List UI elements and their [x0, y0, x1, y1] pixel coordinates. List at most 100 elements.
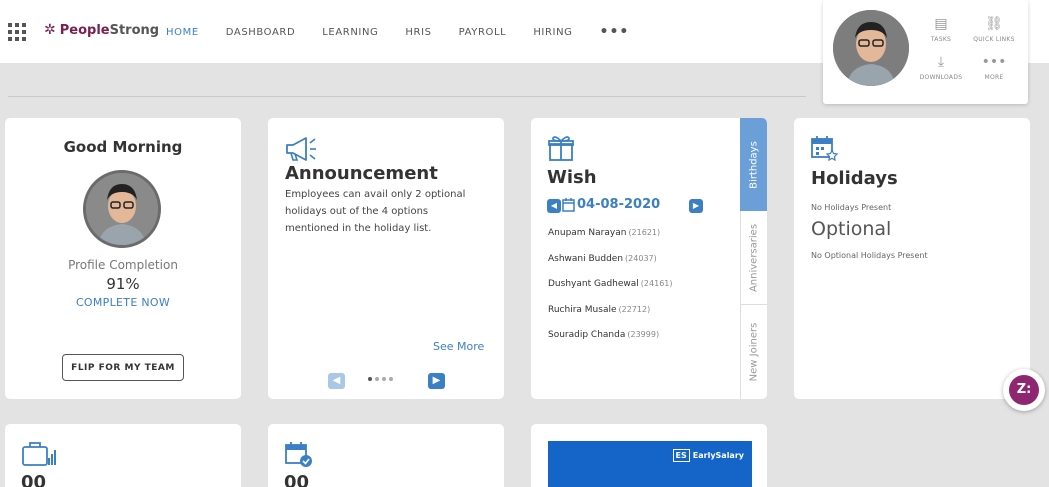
no-holidays-text: No Holidays Present	[811, 203, 892, 212]
announcement-body: Employees can avail only 2 optional holi…	[285, 189, 466, 234]
avatar-photo-icon	[86, 173, 158, 245]
more-menu-item[interactable]: ••• MORE	[968, 54, 1020, 81]
profile-completion-value: 91%	[106, 275, 140, 293]
bottom-card-1-value: 00	[21, 472, 47, 487]
chevron-right-icon: ▶	[692, 201, 700, 210]
list-item[interactable]: Dushyant Gadhewal (24161)	[548, 279, 728, 305]
next-date-button[interactable]: ▶	[689, 199, 703, 213]
link-icon: ⛓	[985, 16, 1003, 32]
downloads-menu-item[interactable]: ⤓ DOWNLOADS	[915, 54, 967, 81]
complete-now-link[interactable]: COMPLETE NOW	[5, 296, 241, 309]
birthday-list: Anupam Narayan (21621) Ashwani Budden (240…	[548, 228, 728, 356]
profile-avatar[interactable]	[833, 10, 909, 86]
chat-assistant-button[interactable]: Z:	[1003, 369, 1045, 411]
briefcase-chart-icon	[21, 440, 57, 472]
promo-card: ES EarlySalary	[531, 424, 767, 487]
earlysalary-banner[interactable]: ES EarlySalary	[548, 441, 752, 487]
megaphone-icon	[284, 134, 318, 166]
avatar-photo-icon	[833, 10, 909, 86]
pager-dots	[368, 377, 396, 381]
pager-dot[interactable]	[382, 377, 386, 381]
app-grid-icon[interactable]	[8, 23, 26, 41]
nav-learning[interactable]: LEARNING	[322, 27, 378, 38]
list-item[interactable]: Ruchira Musale (22712)	[548, 305, 728, 331]
holidays-card: Holidays No Holidays Present Optional No…	[794, 118, 1030, 399]
tab-new-joiners[interactable]: New Joiners	[740, 305, 767, 399]
next-announcement-button[interactable]: ▶	[428, 373, 445, 389]
tab-anniversaries[interactable]: Anniversaries	[740, 211, 767, 305]
profile-popover: ▤ TASKS ⛓ QUICK LINKS ⤓ DOWNLOADS ••• MO…	[823, 0, 1028, 104]
greeting-title: Good Morning	[63, 138, 183, 156]
logo-text-part1: People	[59, 22, 110, 38]
announcement-card: Announcement Employees can avail only 2 …	[268, 118, 504, 399]
optional-holidays-title: Optional	[811, 218, 892, 240]
more-label: MORE	[984, 74, 1004, 81]
nav-more-icon[interactable]: •••	[600, 24, 630, 40]
tasks-label: TASKS	[930, 36, 952, 43]
person-name: Anupam Narayan	[548, 228, 627, 238]
bottom-card-2-value: 00	[284, 472, 310, 487]
person-code: (24161)	[640, 279, 673, 288]
list-item[interactable]: Souradip Chanda (23999)	[548, 330, 728, 356]
logo-text-part2: Strong	[109, 22, 160, 38]
peoplestrong-logo[interactable]: ✲ People Strong	[44, 22, 159, 38]
person-code: (23999)	[627, 330, 660, 339]
chevron-right-icon: ▶	[432, 375, 441, 386]
nav-hiring[interactable]: HIRING	[533, 27, 572, 38]
list-item[interactable]: Ashwani Budden (24037)	[548, 254, 728, 280]
profile-completion-label: Profile Completion	[68, 258, 178, 272]
nav-home[interactable]: HOME	[166, 27, 199, 38]
gift-icon	[547, 134, 575, 166]
quick-links-label: QUICK LINKS	[973, 36, 1015, 43]
chat-icon: Z:	[1009, 375, 1039, 405]
downloads-label: DOWNLOADS	[919, 74, 963, 81]
earlysalary-badge: ES	[672, 449, 690, 462]
nav-payroll[interactable]: PAYROLL	[459, 27, 507, 38]
see-more-link[interactable]: See More	[433, 340, 484, 353]
person-name: Souradip Chanda	[548, 330, 626, 340]
section-divider	[8, 96, 806, 97]
tab-birthdays[interactable]: Birthdays	[740, 118, 767, 211]
tab-label: New Joiners	[748, 322, 760, 382]
person-name: Dushyant Gadhewal	[548, 279, 639, 289]
main-nav: HOME DASHBOARD LEARNING HRIS PAYROLL HIR…	[166, 24, 656, 40]
calendar-icon[interactable]	[562, 197, 575, 216]
nav-dashboard[interactable]: DASHBOARD	[226, 27, 296, 38]
no-optional-holidays-text: No Optional Holidays Present	[811, 251, 928, 260]
download-icon: ⤓	[937, 54, 945, 70]
pager-dot[interactable]	[375, 377, 379, 381]
nav-hris[interactable]: HRIS	[405, 27, 431, 38]
prev-announcement-button[interactable]: ◀	[328, 373, 345, 389]
chevron-left-icon: ◀	[550, 201, 558, 210]
wish-date: 04-08-2020	[577, 197, 661, 212]
tab-label: Anniversaries	[748, 223, 760, 292]
prev-date-button[interactable]: ◀	[547, 199, 561, 213]
flip-for-my-team-button[interactable]: FLIP FOR MY TEAM	[62, 354, 184, 381]
greeting-card: Good Morning Profile Completion 91% COMP…	[5, 118, 241, 399]
user-avatar	[83, 170, 161, 248]
logo-mark-icon: ✲	[44, 22, 56, 38]
earlysalary-name: EarlySalary	[692, 451, 744, 460]
person-name: Ashwani Budden	[548, 253, 624, 264]
announcement-title: Announcement	[285, 163, 438, 184]
person-code: (21621)	[628, 228, 661, 237]
pager-dot[interactable]	[368, 377, 372, 381]
quick-links-menu-item[interactable]: ⛓ QUICK LINKS	[968, 16, 1020, 43]
wish-title: Wish	[547, 167, 597, 188]
person-code: (22712)	[618, 304, 651, 314]
wish-date-selector: ◀ 04-08-2020 ▶	[547, 197, 707, 215]
tasks-menu-item[interactable]: ▤ TASKS	[915, 16, 967, 43]
announcement-pager: ◀ ▶	[328, 373, 448, 389]
wish-card: Wish ◀ 04-08-2020 ▶ Anupam Narayan (21621…	[531, 118, 767, 399]
pager-dot[interactable]	[389, 377, 393, 381]
person-name: Ruchira Musale	[548, 304, 617, 315]
holiday-calendar-icon	[810, 134, 839, 166]
calendar-check-icon	[284, 440, 314, 472]
wish-side-tabs: Birthdays Anniversaries New Joiners	[740, 118, 767, 399]
person-code: (24037)	[625, 253, 657, 263]
list-item[interactable]: Anupam Narayan (21621)	[548, 228, 728, 254]
bottom-card-2: 00	[268, 424, 504, 487]
bottom-card-1: 00	[5, 424, 241, 487]
earlysalary-logo: ES EarlySalary	[672, 449, 744, 462]
tab-label: Birthdays	[748, 140, 759, 189]
